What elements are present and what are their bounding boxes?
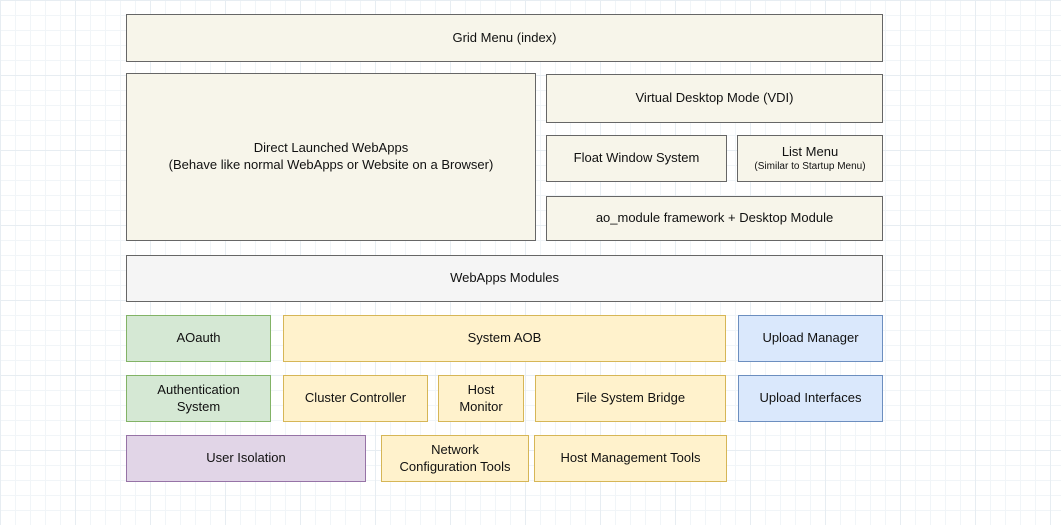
node-webapps-modules: WebApps Modules <box>126 255 883 302</box>
node-direct-launched-webapps-label-line2: (Behave like normal WebApps or Website o… <box>169 157 494 174</box>
node-host-management-tools: Host Management Tools <box>534 435 727 482</box>
node-network-configuration-tools-label-line2: Configuration Tools <box>399 459 510 476</box>
node-authentication-system-label-line1: Authentication <box>157 382 239 399</box>
node-file-system-bridge-label: File System Bridge <box>576 390 685 407</box>
node-upload-interfaces: Upload Interfaces <box>738 375 883 422</box>
node-virtual-desktop-mode-label: Virtual Desktop Mode (VDI) <box>636 90 794 107</box>
diagram-canvas: Grid Menu (index) Direct Launched WebApp… <box>0 0 1061 525</box>
node-cluster-controller-label: Cluster Controller <box>305 390 406 407</box>
node-host-management-tools-label: Host Management Tools <box>561 450 701 467</box>
node-host-monitor-label-line2: Monitor <box>459 399 502 416</box>
node-direct-launched-webapps: Direct Launched WebApps (Behave like nor… <box>126 73 536 241</box>
node-authentication-system-label-line2: System <box>177 399 220 416</box>
node-ao-module-framework-label: ao_module framework + Desktop Module <box>596 210 833 227</box>
node-system-aob-label: System AOB <box>468 330 542 347</box>
node-network-configuration-tools-label-line1: Network <box>431 442 479 459</box>
node-list-menu: List Menu (Similar to Startup Menu) <box>737 135 883 182</box>
node-user-isolation-label: User Isolation <box>206 450 285 467</box>
node-list-menu-subtitle: (Similar to Startup Menu) <box>754 160 865 173</box>
node-float-window-system-label: Float Window System <box>574 150 700 167</box>
node-upload-manager-label: Upload Manager <box>762 330 858 347</box>
node-file-system-bridge: File System Bridge <box>535 375 726 422</box>
node-virtual-desktop-mode: Virtual Desktop Mode (VDI) <box>546 74 883 123</box>
node-upload-manager: Upload Manager <box>738 315 883 362</box>
node-grid-menu: Grid Menu (index) <box>126 14 883 62</box>
node-webapps-modules-label: WebApps Modules <box>450 270 559 287</box>
node-ao-module-framework: ao_module framework + Desktop Module <box>546 196 883 241</box>
node-user-isolation: User Isolation <box>126 435 366 482</box>
node-upload-interfaces-label: Upload Interfaces <box>760 390 862 407</box>
node-direct-launched-webapps-label-line1: Direct Launched WebApps <box>254 140 408 157</box>
node-float-window-system: Float Window System <box>546 135 727 182</box>
node-host-monitor-label-line1: Host <box>468 382 495 399</box>
node-host-monitor: Host Monitor <box>438 375 524 422</box>
node-cluster-controller: Cluster Controller <box>283 375 428 422</box>
node-grid-menu-label: Grid Menu (index) <box>452 30 556 47</box>
node-aoauth-label: AOauth <box>176 330 220 347</box>
node-aoauth: AOauth <box>126 315 271 362</box>
node-authentication-system: Authentication System <box>126 375 271 422</box>
node-network-configuration-tools: Network Configuration Tools <box>381 435 529 482</box>
node-system-aob: System AOB <box>283 315 726 362</box>
node-list-menu-title: List Menu <box>782 144 838 161</box>
